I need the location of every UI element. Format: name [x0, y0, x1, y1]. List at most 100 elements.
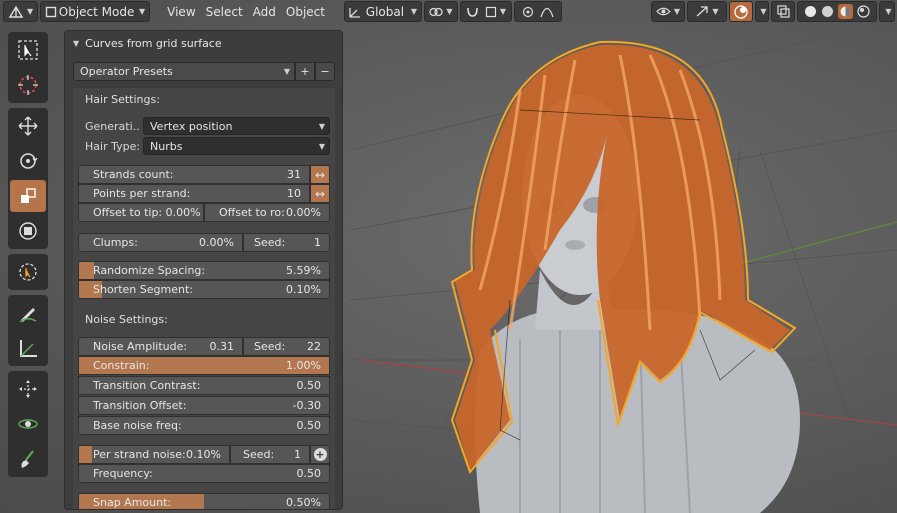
constrain-slider[interactable]: Constrain: 1.00%	[78, 356, 330, 375]
editor-type-button[interactable]: ▼	[3, 1, 39, 22]
offset-to-root-label: Offset to ro:	[219, 206, 285, 219]
hair-type-dropdown[interactable]: Nurbs ▼	[143, 137, 330, 155]
rotate-icon	[20, 153, 38, 169]
tool-spin[interactable]	[10, 408, 46, 440]
chevron-down-icon: ▼	[712, 7, 719, 16]
brush-icon	[21, 450, 34, 468]
tool-annotate-select[interactable]	[10, 256, 46, 288]
shorten-segment-slider[interactable]: Shorten Segment: 0.10%	[78, 280, 330, 299]
noise-amplitude-label: Noise Amplitude:	[93, 340, 188, 353]
noise-seed-label: Seed:	[254, 340, 286, 353]
base-noise-freq-field[interactable]: Base noise freq: 0.50	[78, 416, 330, 435]
clumps-field[interactable]: Clumps: 0.00%	[78, 233, 243, 252]
tool-hair-brush[interactable]	[10, 443, 46, 475]
transition-contrast-field[interactable]: Transition Contrast: 0.50	[78, 376, 330, 395]
panel-header[interactable]: ▼ Curves from grid surface	[65, 31, 342, 55]
object-mode-dropdown[interactable]: Object Mode ▼	[40, 1, 151, 22]
rendered-shading-icon[interactable]	[857, 5, 870, 18]
per-strand-noise-slider[interactable]: Per strand noise: 0.10%	[78, 445, 230, 464]
proportional-editing-button[interactable]	[514, 1, 562, 22]
offset-to-tip-field[interactable]: Offset to tip: 0.00%	[78, 203, 204, 222]
tool-group-select	[8, 32, 48, 103]
transform-orientation-dropdown[interactable]: Global ▼	[344, 1, 422, 22]
per-strand-noise-fill	[79, 446, 92, 463]
tool-scale[interactable]	[10, 180, 46, 212]
noise-amplitude-value: 0.31	[209, 340, 235, 353]
shading-mode-group	[797, 1, 877, 22]
strands-count-lock-button[interactable]: ↔	[310, 165, 330, 184]
clumps-seed-value: 1	[314, 236, 321, 249]
material-shading-icon[interactable]	[838, 4, 853, 19]
menu-add[interactable]: Add	[248, 1, 281, 22]
settings-box: Hair Settings: Generati.. Vertex positio…	[73, 88, 335, 509]
transition-offset-value: -0.30	[292, 399, 321, 412]
base-noise-freq-label: Base noise freq:	[93, 419, 182, 432]
orientation-icon	[349, 7, 360, 18]
tool-measure[interactable]	[10, 332, 46, 364]
tool-group-transform	[8, 108, 48, 249]
clumps-seed-field[interactable]: Seed: 1	[243, 233, 330, 252]
transition-contrast-label: Transition Contrast:	[93, 379, 201, 392]
chevron-down-icon: ▼	[410, 7, 417, 16]
frequency-label: Frequency:	[93, 467, 153, 480]
tool-group-annotate	[8, 295, 48, 366]
clumps-value: 0.00%	[199, 236, 234, 249]
noise-amplitude-field[interactable]: Noise Amplitude: 0.31	[78, 337, 243, 356]
transition-offset-field[interactable]: Transition Offset: -0.30	[78, 396, 330, 415]
strands-count-value: 31	[287, 168, 301, 181]
tool-annotate[interactable]	[10, 297, 46, 329]
object-mode-label: Object Mode	[58, 4, 135, 19]
pencil-icon	[19, 308, 37, 323]
tool-shelf	[8, 32, 48, 482]
per-strand-seed-field[interactable]: Seed: 1	[230, 445, 310, 464]
tool-transform[interactable]	[10, 215, 46, 247]
snap-amount-slider[interactable]: Snap Amount: 0.50%	[78, 493, 330, 509]
points-per-strand-field[interactable]: Points per strand: 10	[78, 184, 310, 203]
collapse-triangle-icon[interactable]: ▼	[73, 39, 79, 48]
gizmo-button[interactable]: ▼	[687, 1, 727, 22]
link-icon	[429, 7, 444, 16]
tool-move-view[interactable]	[10, 373, 46, 405]
tool-cursor[interactable]	[10, 69, 46, 101]
generation-dropdown[interactable]: Vertex position ▼	[143, 117, 330, 135]
randomize-spacing-slider[interactable]: Randomize Spacing: 5.59%	[78, 261, 330, 280]
transform-icon	[19, 222, 37, 240]
menu-view[interactable]: View	[162, 1, 200, 22]
operator-presets-dropdown[interactable]: Operator Presets ▼	[73, 62, 295, 81]
overlays-dropdown[interactable]: ▼	[755, 1, 769, 22]
menu-object[interactable]: Object	[281, 1, 330, 22]
xray-toggle-button[interactable]	[771, 1, 795, 22]
eye-icon	[656, 7, 671, 16]
offset-to-tip-label: Offset to tip: 0.00%	[93, 206, 201, 219]
operator-presets-row: Operator Presets ▼ + −	[73, 62, 335, 81]
generation-label: Generati..	[85, 120, 140, 133]
frequency-field[interactable]: Frequency: 0.50	[78, 464, 330, 483]
tool-rotate[interactable]	[10, 145, 46, 177]
points-per-strand-lock-button[interactable]: ↔	[310, 184, 330, 203]
shading-dropdown[interactable]: ▼	[879, 1, 895, 22]
randomize-spacing-value: 5.59%	[286, 264, 321, 277]
gizmo-icon	[696, 6, 709, 17]
tool-move[interactable]	[10, 110, 46, 142]
tool-select-box[interactable]	[10, 34, 46, 66]
visibility-button[interactable]: ▼	[651, 1, 685, 22]
add-noise-button[interactable]: +	[310, 445, 330, 464]
snap-button[interactable]: ▼	[460, 1, 512, 22]
overlays-button[interactable]	[729, 1, 753, 22]
wireframe-shading-icon[interactable]	[804, 5, 817, 18]
proportional-editing-icon	[522, 6, 534, 17]
strands-count-field[interactable]: Strands count: 31	[78, 165, 310, 184]
menu-select[interactable]: Select	[201, 1, 248, 22]
randomize-spacing-label: Randomize Spacing:	[93, 264, 206, 277]
preset-remove-button[interactable]: −	[315, 62, 335, 81]
noise-seed-field[interactable]: Seed: 22	[243, 337, 330, 356]
transition-contrast-value: 0.50	[296, 379, 322, 392]
offset-to-root-field[interactable]: Offset to ro: 0.00%	[204, 203, 330, 222]
preset-add-button[interactable]: +	[295, 62, 315, 81]
pivot-point-button[interactable]: ▼	[424, 1, 458, 22]
snap-target-icon	[485, 6, 497, 17]
chevron-down-icon: ▼	[885, 7, 892, 16]
operator-presets-label: Operator Presets	[80, 65, 173, 78]
operator-redo-panel: ▼ Curves from grid surface Operator Pres…	[64, 30, 343, 510]
solid-shading-icon[interactable]	[821, 5, 834, 18]
